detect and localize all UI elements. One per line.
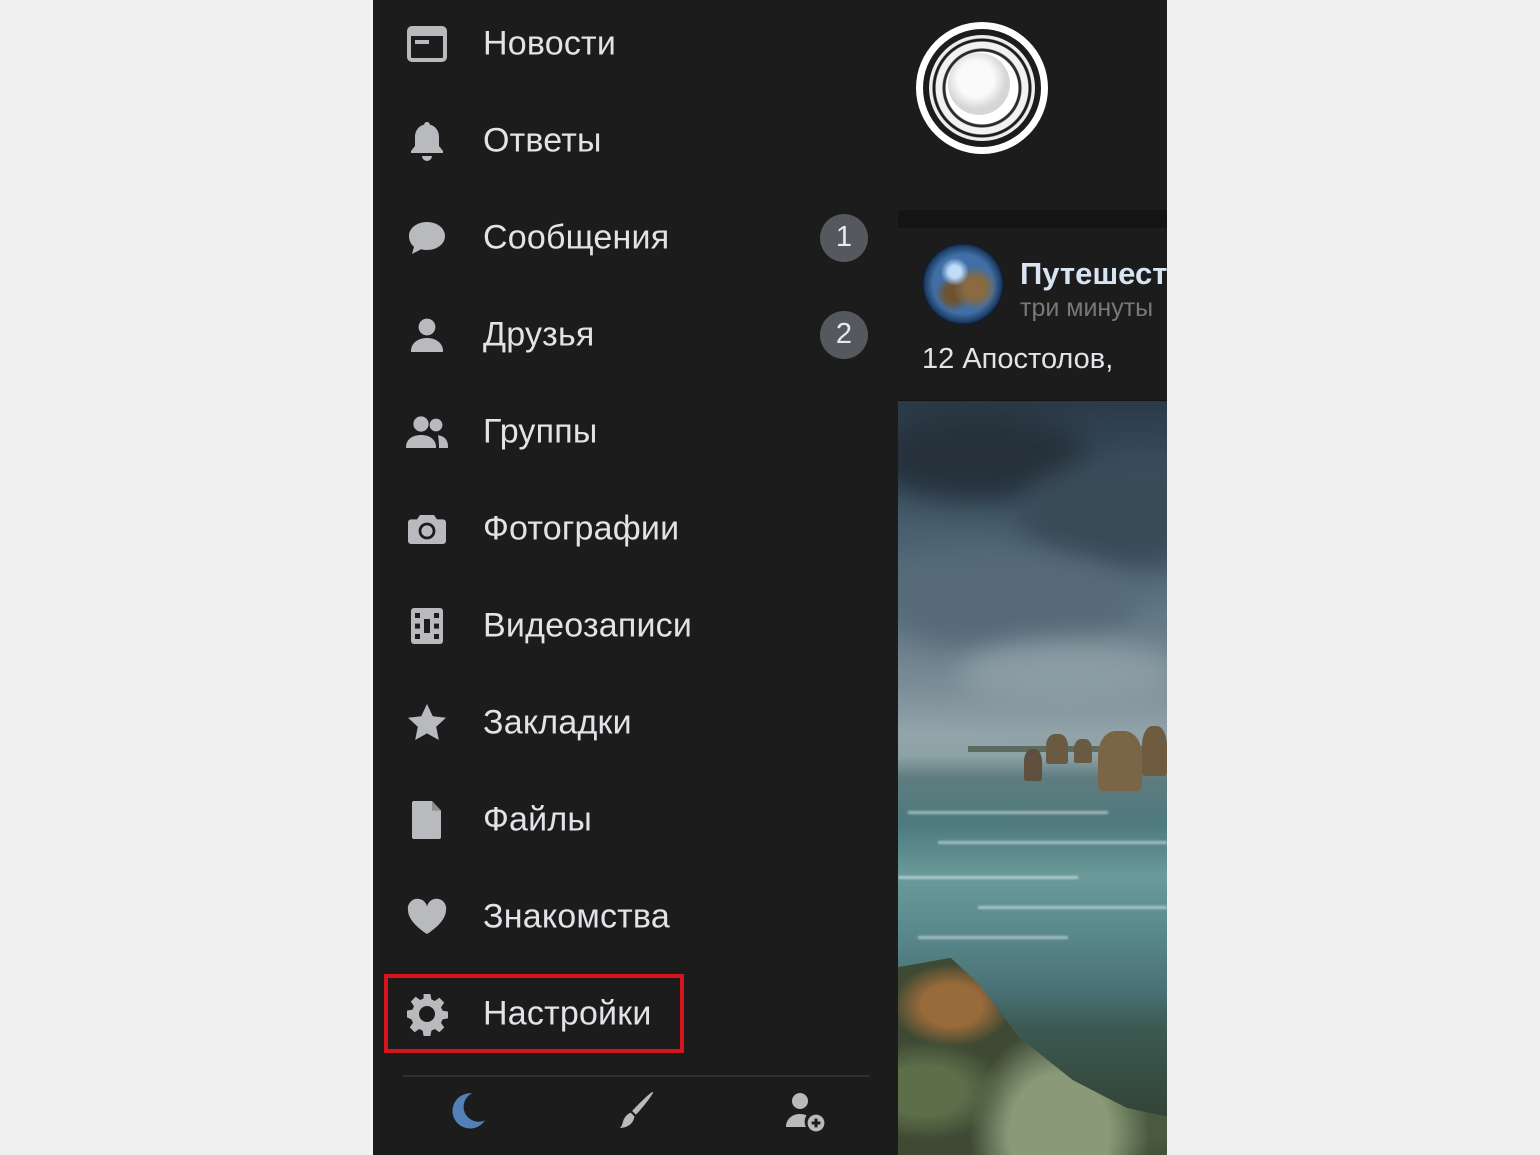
photo-cloud	[958, 641, 1167, 711]
menu-item-messages[interactable]: Сообщения 1	[373, 189, 898, 286]
moon-icon	[443, 1087, 491, 1140]
star-icon	[401, 697, 453, 749]
stories-bar	[898, 0, 1167, 210]
film-icon	[401, 600, 453, 652]
menu-item-label: Ответы	[483, 121, 602, 159]
people-icon	[401, 406, 453, 458]
brush-icon	[612, 1087, 660, 1140]
side-menu: Новости Ответы Сообщения 1 Друзья 2 Груп…	[373, 0, 898, 1155]
photo-wave	[978, 906, 1167, 909]
menu-item-bookmarks[interactable]: Закладки	[373, 674, 898, 771]
menu-item-friends[interactable]: Друзья 2	[373, 286, 898, 383]
menu-item-label: Сообщения	[483, 218, 670, 256]
menu-item-photos[interactable]: Фотографии	[373, 480, 898, 577]
requests-badge: 2	[820, 310, 868, 359]
photo-cloud	[898, 551, 1138, 651]
menu-item-label: Новости	[483, 24, 617, 62]
night-mode-button[interactable]	[437, 1083, 497, 1143]
menu-item-label: Знакомства	[483, 897, 670, 935]
unread-badge: 1	[820, 213, 868, 262]
add-account-button[interactable]	[774, 1083, 834, 1143]
photo-rock	[1098, 731, 1142, 791]
menu-item-label: Закладки	[483, 703, 632, 741]
chat-bubble-icon	[401, 212, 453, 264]
photo-rock	[1142, 726, 1167, 776]
post-photo[interactable]	[898, 401, 1167, 1155]
photo-wave	[918, 936, 1068, 939]
menu-item-videos[interactable]: Видеозаписи	[373, 577, 898, 674]
theme-button[interactable]	[606, 1083, 666, 1143]
photo-wave	[938, 841, 1167, 844]
photo-wave	[908, 811, 1108, 814]
bell-icon	[401, 115, 453, 167]
newspaper-icon	[401, 18, 453, 70]
photo-rock	[1074, 739, 1092, 763]
post-card: Путешест три минуты 12 Апостолов,	[898, 228, 1167, 400]
person-icon	[401, 309, 453, 361]
heart-icon	[401, 891, 453, 943]
story-avatar-center	[948, 53, 1010, 115]
photo-cliff	[898, 941, 1167, 1155]
phone-screen: Новости Ответы Сообщения 1 Друзья 2 Груп…	[373, 0, 1167, 1155]
photo-wave	[898, 876, 1078, 879]
avatar[interactable]	[922, 243, 1004, 325]
photo-rock	[1046, 734, 1068, 764]
post-text: 12 Апостолов,	[922, 343, 1114, 375]
post-author[interactable]: Путешест	[1020, 256, 1167, 292]
menu-item-groups[interactable]: Группы	[373, 383, 898, 480]
menu-divider	[403, 1075, 870, 1077]
menu-item-label: Файлы	[483, 800, 593, 838]
menu-item-label: Группы	[483, 412, 598, 450]
post-time: три минуты	[1020, 294, 1154, 322]
news-feed-preview: Путешест три минуты 12 Апостолов,	[898, 0, 1167, 1155]
menu-item-label: Видеозаписи	[483, 606, 693, 644]
menu-item-label: Друзья	[483, 315, 595, 353]
add-user-icon	[780, 1087, 828, 1140]
settings-highlight-frame	[384, 974, 684, 1053]
menu-item-answers[interactable]: Ответы	[373, 92, 898, 189]
camera-icon	[401, 503, 453, 555]
photo-rock	[1024, 749, 1042, 781]
file-icon	[401, 794, 453, 846]
menu-item-label: Фотографии	[483, 509, 680, 547]
menu-item-dating[interactable]: Знакомства	[373, 868, 898, 965]
menu-item-news[interactable]: Новости	[373, 0, 898, 92]
menu-item-files[interactable]: Файлы	[373, 771, 898, 868]
